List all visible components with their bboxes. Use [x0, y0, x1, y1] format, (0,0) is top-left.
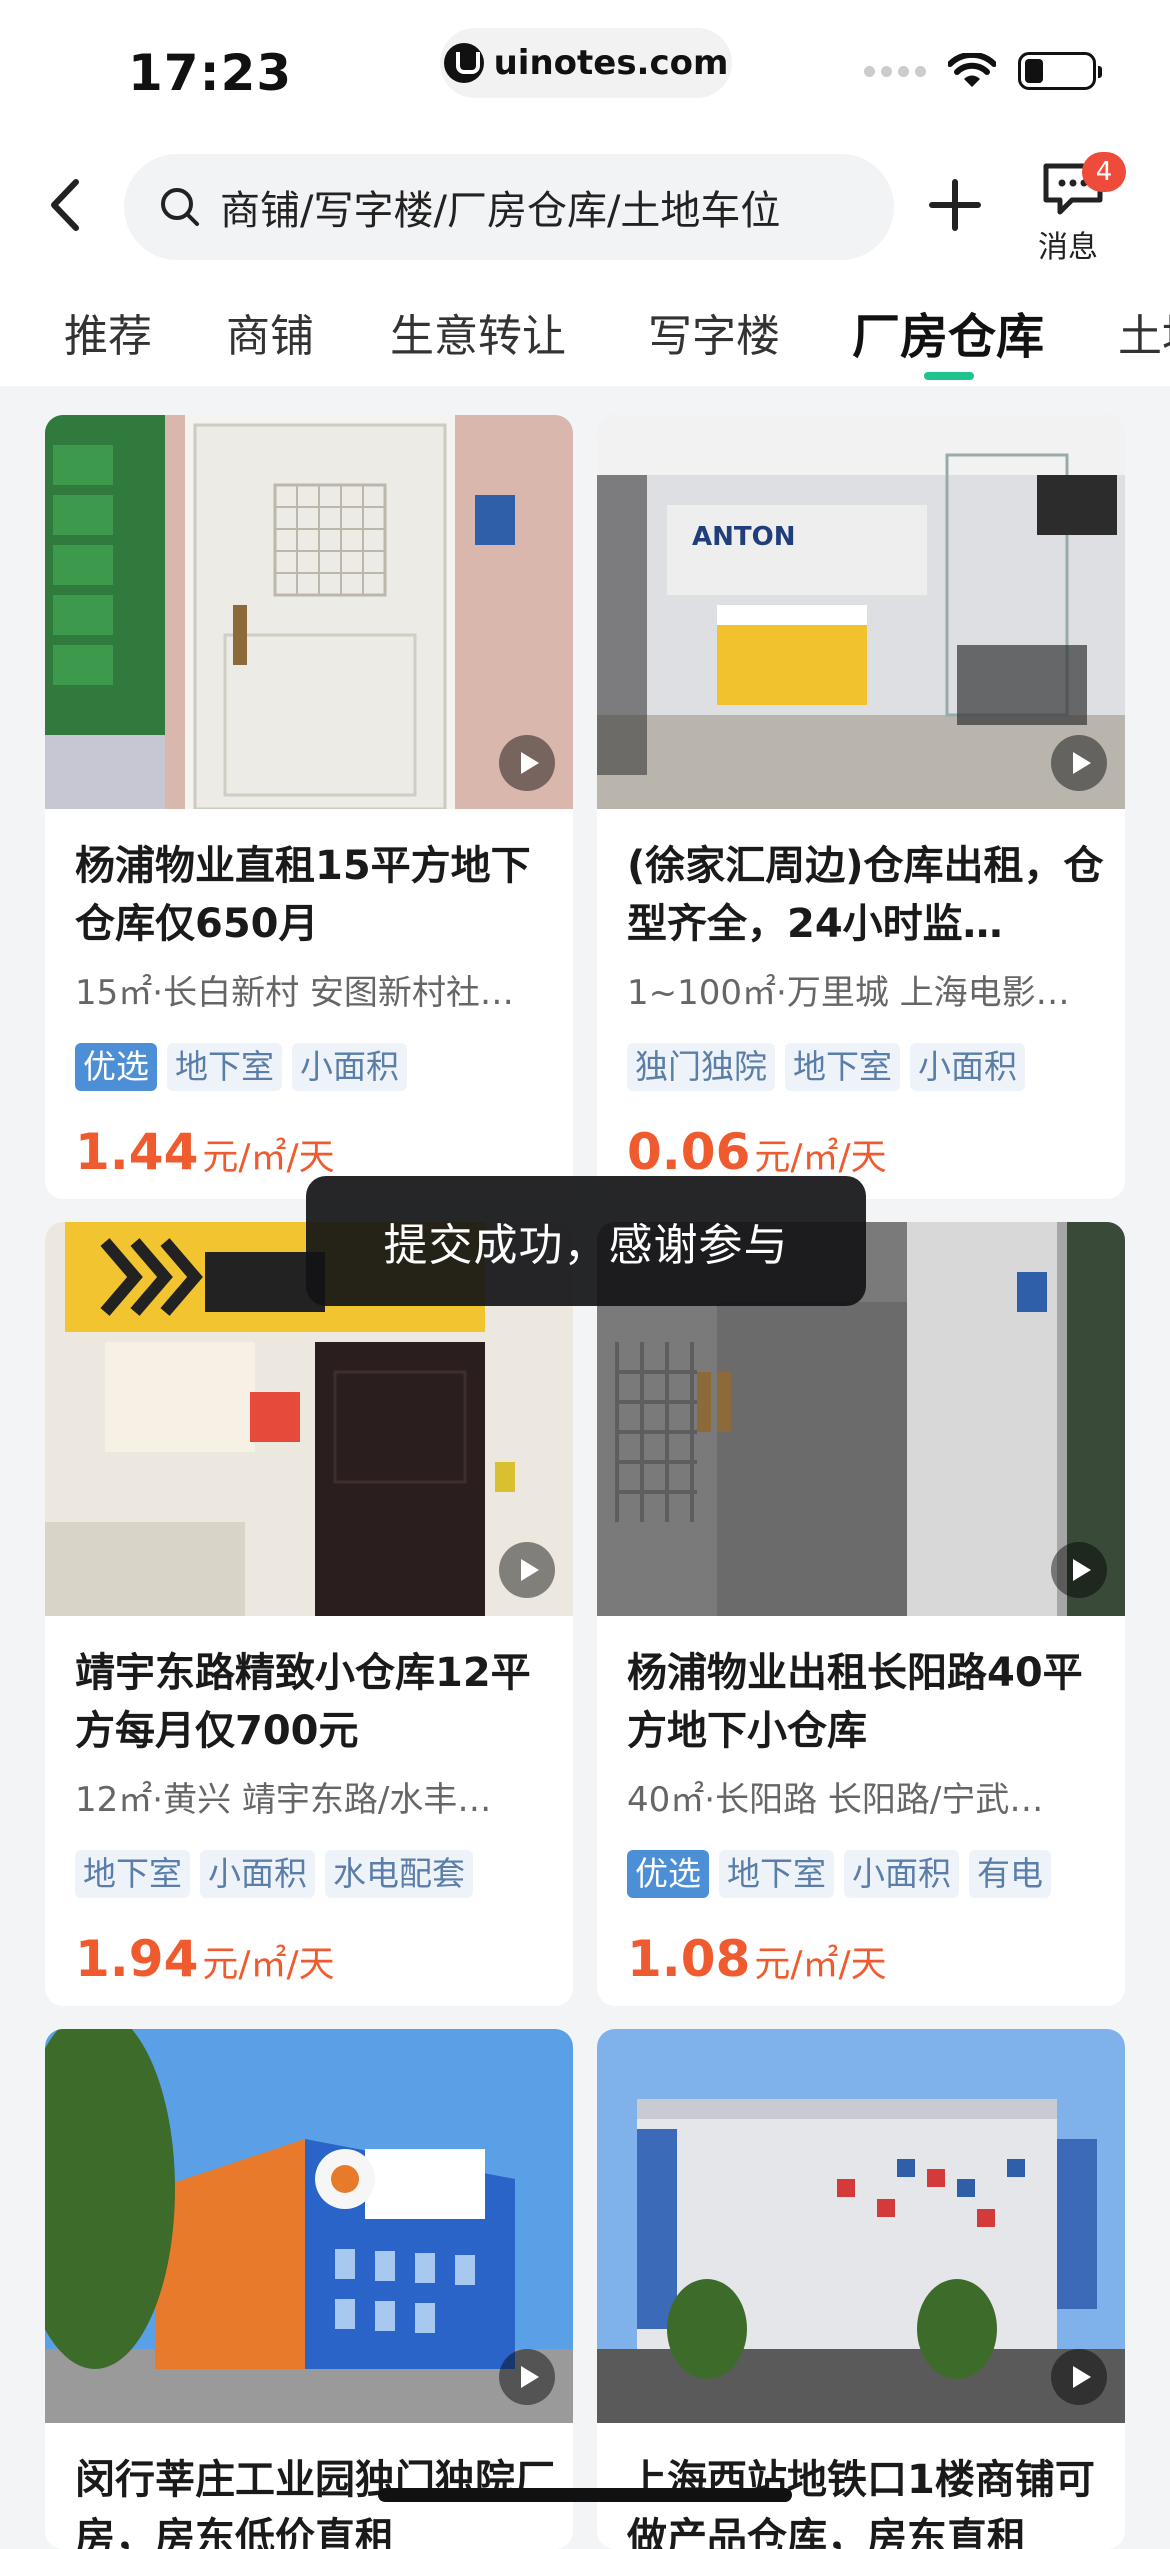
price-unit: 元/㎡/天: [754, 1944, 887, 1985]
tab-factory-warehouse[interactable]: 厂房仓库: [852, 300, 1044, 367]
tab-recommend[interactable]: 推荐: [64, 300, 152, 364]
tag: 地下室: [785, 1043, 900, 1091]
tag: 独门独院: [627, 1043, 775, 1091]
listing-price: 1.94 元/㎡/天: [75, 1930, 335, 1988]
listing-card[interactable]: 上海西站地铁口1楼商铺可做产品仓库，房东直租: [597, 2029, 1125, 2549]
search-placeholder: 商铺/写字楼/厂房仓库/土地车位: [220, 188, 781, 234]
price-value: 1.44: [75, 1123, 199, 1181]
tag: 小面积: [292, 1043, 407, 1091]
back-button[interactable]: [36, 170, 96, 240]
listing-title: 靖宇东路精致小仓库12平方每月仅700元: [75, 1650, 531, 1754]
tag: 水电配套: [325, 1850, 473, 1898]
toast-message: 提交成功，感谢参与: [306, 1176, 866, 1306]
url-pill[interactable]: uinotes.com: [440, 28, 732, 98]
tab-business-transfer[interactable]: 生意转让: [390, 300, 566, 364]
listing-title: (徐家汇周边)仓库出租，仓型齐全，24小时监…: [627, 843, 1104, 947]
listing-price: 1.08 元/㎡/天: [627, 1930, 887, 1988]
search-icon: [161, 188, 199, 226]
listing-card[interactable]: 杨浦物业出租长阳路40平方地下小仓库 40㎡·长阳路 长阳路/宁武… 优选 地下…: [597, 1222, 1125, 2006]
listing-photo: [45, 2029, 573, 2423]
play-icon[interactable]: [499, 2349, 555, 2405]
search-input[interactable]: 商铺/写字楼/厂房仓库/土地车位: [124, 154, 894, 260]
active-tab-indicator: [924, 372, 974, 380]
listing-price: 0.06 元/㎡/天: [627, 1123, 887, 1181]
add-button[interactable]: [924, 174, 986, 236]
listing-tags: 独门独院 地下室 小面积: [627, 1043, 1025, 1091]
tag: 地下室: [75, 1850, 190, 1898]
play-icon[interactable]: [1051, 735, 1107, 791]
status-time: 17:23: [128, 44, 293, 102]
svg-text:ANTON: ANTON: [692, 522, 795, 552]
listing-meta: 15㎡·长白新村 安图新村社…: [75, 973, 514, 1013]
listing-card[interactable]: ANTON (徐家汇周边)仓库出租，仓型齐全，24小时监… 1~100㎡·万里城…: [597, 415, 1125, 1199]
listing-card[interactable]: 靖宇东路精致小仓库12平方每月仅700元 12㎡·黄兴 靖宇东路/水丰… 地下室…: [45, 1222, 573, 2006]
listing-meta: 1~100㎡·万里城 上海电影…: [627, 973, 1070, 1013]
play-icon[interactable]: [1051, 2349, 1107, 2405]
url-text: uinotes.com: [493, 43, 729, 83]
tab-office[interactable]: 写字楼: [648, 300, 780, 364]
listing-title: 杨浦物业出租长阳路40平方地下小仓库: [627, 1650, 1083, 1754]
tag: 有电: [969, 1850, 1051, 1898]
listing-card[interactable]: 杨浦物业直租15平方地下仓库仅650月 15㎡·长白新村 安图新村社… 优选 地…: [45, 415, 573, 1199]
tag: 地下室: [719, 1850, 834, 1898]
listing-tags: 优选 地下室 小面积: [75, 1043, 407, 1091]
listing-price: 1.44 元/㎡/天: [75, 1123, 335, 1181]
top-area: 17:23 uinotes.com 商铺/写字楼/厂房仓库/土地车位 4 消息: [0, 0, 1170, 386]
site-logo-icon: [443, 43, 484, 83]
play-icon[interactable]: [1051, 1542, 1107, 1598]
tab-shops[interactable]: 商铺: [226, 300, 314, 364]
price-unit: 元/㎡/天: [202, 1944, 335, 1985]
listing-meta: 12㎡·黄兴 靖宇东路/水丰…: [75, 1780, 492, 1820]
status-icons: [864, 52, 1102, 90]
tab-land[interactable]: 土地: [1118, 300, 1170, 364]
listing-photo: [45, 415, 573, 809]
tag: 小面积: [200, 1850, 315, 1898]
tag: 优选: [627, 1850, 709, 1898]
message-badge: 4: [1082, 152, 1126, 192]
listing-meta: 40㎡·长阳路 长阳路/宁武…: [627, 1780, 1044, 1820]
tag: 地下室: [167, 1043, 282, 1091]
tag: 小面积: [910, 1043, 1025, 1091]
price-value: 1.94: [75, 1930, 199, 1988]
listing-photo: [597, 2029, 1125, 2423]
play-icon[interactable]: [499, 1542, 555, 1598]
price-unit: 元/㎡/天: [202, 1137, 335, 1178]
listing-tags: 地下室 小面积 水电配套: [75, 1850, 473, 1898]
tag: 小面积: [844, 1850, 959, 1898]
price-value: 1.08: [627, 1930, 751, 1988]
messages-label: 消息: [1038, 230, 1098, 265]
listing-tags: 优选 地下室 小面积 有电: [627, 1850, 1051, 1898]
play-icon[interactable]: [499, 735, 555, 791]
price-value: 0.06: [627, 1123, 751, 1181]
category-tabs: 推荐 商铺 生意转让 写字楼 厂房仓库 土地: [0, 300, 1170, 386]
listing-card[interactable]: 闵行莘庄工业园独门独院厂房，房东低价直租: [45, 2029, 573, 2549]
listing-title: 杨浦物业直租15平方地下仓库仅650月: [75, 843, 531, 947]
signal-icon: [864, 65, 926, 77]
home-indicator[interactable]: [378, 2488, 792, 2502]
price-unit: 元/㎡/天: [754, 1137, 887, 1178]
battery-icon: [1018, 52, 1102, 90]
listing-photo: ANTON: [597, 415, 1125, 809]
wifi-icon: [948, 53, 996, 87]
messages-button[interactable]: 4 消息: [1022, 152, 1126, 265]
tag: 优选: [75, 1043, 157, 1091]
